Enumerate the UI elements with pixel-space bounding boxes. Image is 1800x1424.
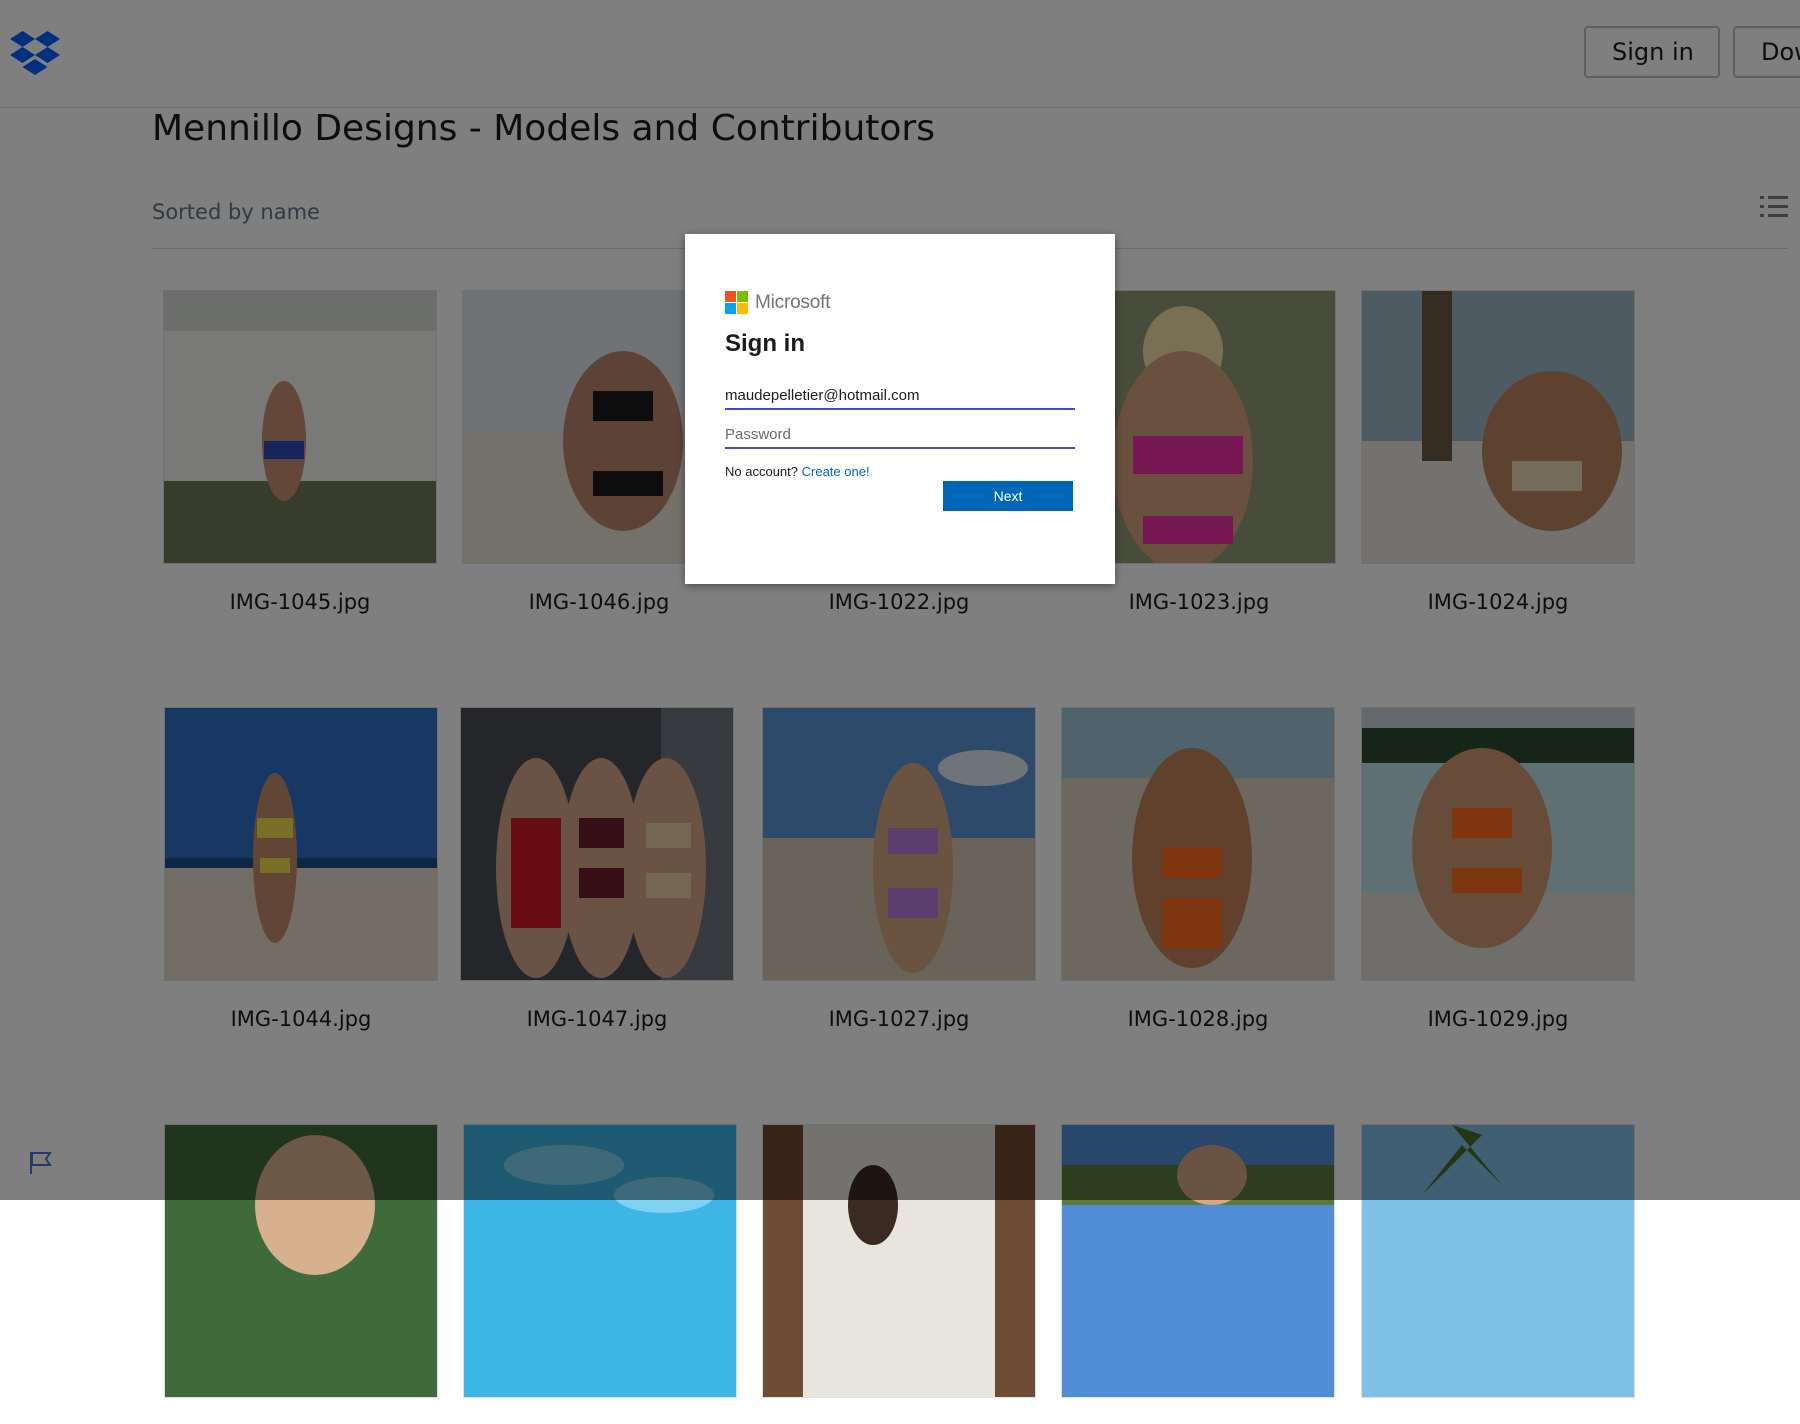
microsoft-wordmark: Microsoft bbox=[755, 292, 831, 313]
email-field[interactable] bbox=[725, 382, 1075, 410]
microsoft-logo-icon bbox=[725, 291, 748, 314]
microsoft-signin-modal: Microsoft Sign in No account? Create one… bbox=[685, 234, 1115, 584]
next-button[interactable]: Next bbox=[943, 481, 1073, 511]
create-account-link[interactable]: Create one! bbox=[802, 464, 870, 479]
no-account-line: No account? Create one! bbox=[725, 464, 870, 479]
password-field[interactable] bbox=[725, 421, 1075, 449]
no-account-text: No account? bbox=[725, 464, 798, 479]
modal-title: Sign in bbox=[725, 330, 805, 357]
microsoft-brand: Microsoft bbox=[725, 291, 830, 315]
modal-backdrop[interactable] bbox=[0, 0, 1800, 1200]
